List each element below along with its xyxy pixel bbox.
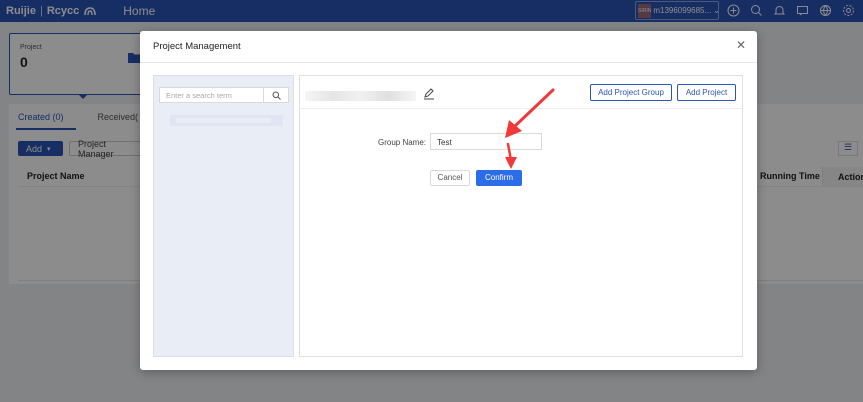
cancel-button[interactable]: Cancel: [430, 170, 470, 186]
dialog-title: Project Management: [153, 41, 241, 52]
dialog-divider: [140, 62, 757, 63]
group-title-redacted: [305, 91, 416, 101]
search-input[interactable]: Enter a search term: [159, 87, 264, 103]
edit-icon[interactable]: [423, 88, 435, 100]
pane-divider: [300, 108, 742, 109]
group-detail-pane: Add Project Group Add Project Group Name…: [299, 75, 743, 357]
add-project-group-button[interactable]: Add Project Group: [590, 84, 672, 101]
search-icon: [272, 91, 281, 100]
group-name-input[interactable]: Test: [430, 133, 542, 150]
search-button[interactable]: [263, 87, 289, 103]
tree-item-selected[interactable]: [170, 115, 283, 126]
project-management-dialog: Project Management ✕ Enter a search term…: [140, 31, 757, 370]
add-project-button[interactable]: Add Project: [677, 84, 736, 101]
group-name-label: Group Name:: [378, 138, 427, 147]
confirm-button[interactable]: Confirm: [476, 170, 522, 186]
close-icon[interactable]: ✕: [735, 39, 747, 51]
group-tree-pane: Enter a search term: [153, 75, 294, 357]
